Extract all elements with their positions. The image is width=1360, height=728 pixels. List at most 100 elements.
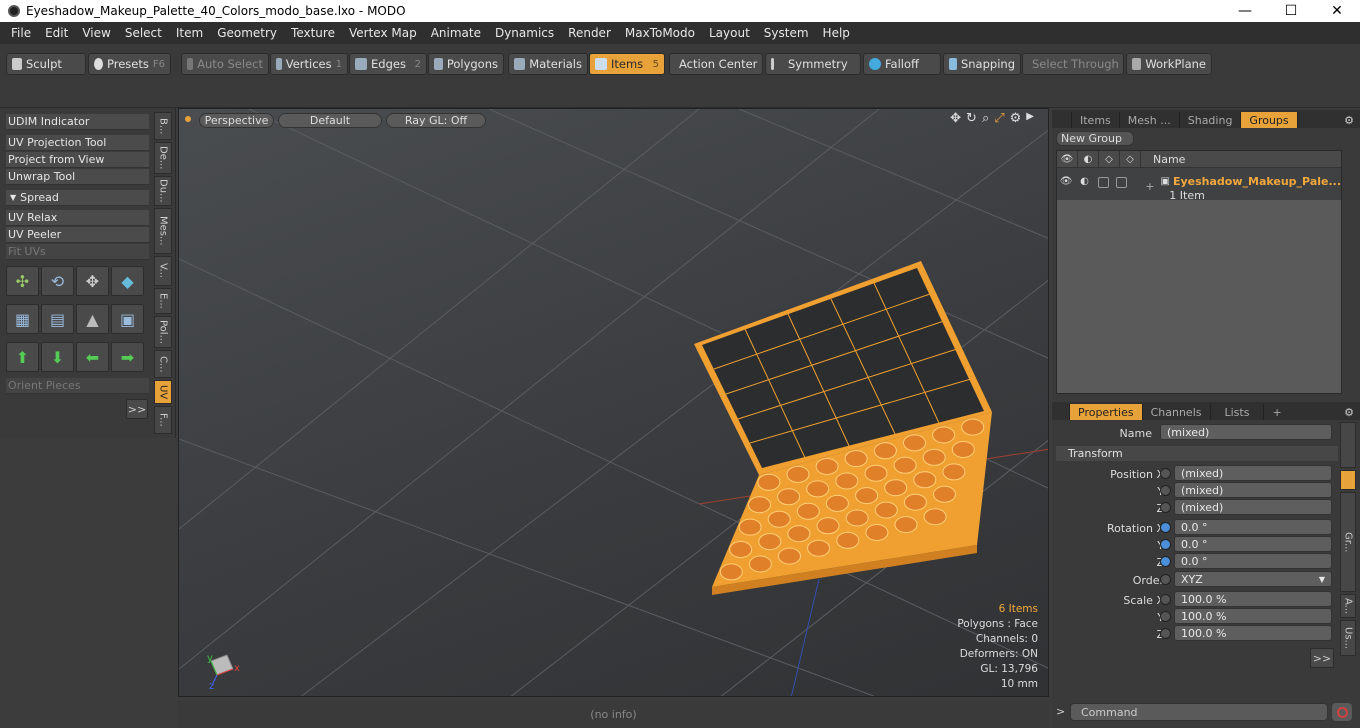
rotation-x-anim-icon[interactable] [1160,522,1171,533]
uv-pyramid-icon[interactable]: ▲ [76,304,109,334]
uv-peeler-button[interactable]: UV Peeler [6,227,149,243]
pan-icon[interactable]: ✥ [950,111,961,126]
position-x-anim-icon[interactable] [1160,468,1171,479]
tab-mesh[interactable]: Mes... [154,208,172,254]
materials-button[interactable]: Materials [508,53,588,75]
group-lock-checkbox[interactable] [1094,168,1113,188]
shading-dropdown[interactable]: Default [278,113,382,128]
group-visibility-icon[interactable]: 👁 [1057,168,1075,187]
rotation-y-anim-icon[interactable] [1160,539,1171,550]
align-right-icon[interactable]: ➡ [111,342,144,372]
menu-render[interactable]: Render [561,26,618,40]
more-properties-button[interactable]: >> [1310,648,1334,668]
tab-channels[interactable]: Channels [1143,404,1211,420]
3d-viewport[interactable]: x y z Perspective Default Ray GL: Off ✥ … [178,108,1049,697]
action-center-button[interactable]: Action Center [669,53,763,75]
scale-y-field[interactable]: 100.0 % [1174,608,1332,624]
uv-cube-icon[interactable]: ▦ [6,304,39,334]
tab-a[interactable]: A... [1340,594,1356,618]
position-y-field[interactable]: (mixed) [1174,482,1332,498]
uv-transform-icon[interactable]: ✣ [6,266,39,296]
align-up-icon[interactable]: ⬆ [6,342,39,372]
menu-geometry[interactable]: Geometry [210,26,284,40]
uv-relax-button[interactable]: UV Relax [6,210,149,226]
symmetry-button[interactable]: Symmetry [765,53,861,75]
scale-z-field[interactable]: 100.0 % [1174,625,1332,641]
scale-x-anim-icon[interactable] [1160,594,1171,605]
zoom-icon[interactable]: ⌕ [982,111,989,126]
position-x-field[interactable]: (mixed) [1174,465,1332,481]
properties-side-tab-1[interactable] [1340,422,1356,468]
rotation-z-field[interactable]: 0.0 ° [1174,553,1332,569]
scale-y-anim-icon[interactable] [1160,611,1171,622]
sculpt-button[interactable]: Sculpt [6,53,86,75]
tab-basic[interactable]: B... [154,112,172,140]
perspective-dropdown[interactable]: Perspective [199,113,274,128]
order-dropdown[interactable]: XYZ ▼ [1174,571,1332,587]
position-z-anim-icon[interactable] [1160,502,1171,513]
expand-arrow-icon[interactable]: ▶ [1026,111,1034,126]
align-down-icon[interactable]: ⬇ [41,342,74,372]
command-input[interactable]: Command [1070,703,1328,721]
menu-view[interactable]: View [75,26,117,40]
close-button[interactable]: ✕ [1314,0,1360,22]
tab-properties[interactable]: Properties [1070,404,1143,420]
menu-maxtomodo[interactable]: MaxToModo [618,26,702,40]
minimize-button[interactable]: — [1222,0,1268,22]
maximize-button[interactable]: ☐ [1268,0,1314,22]
vertices-button[interactable]: Vertices 1 [270,53,348,75]
uv-box-icon[interactable]: ◆ [111,266,144,296]
unwrap-tool-button[interactable]: Unwrap Tool [6,169,149,185]
uv-move-icon[interactable]: ✥ [76,266,109,296]
menu-help[interactable]: Help [816,26,857,40]
rotation-y-field[interactable]: 0.0 ° [1174,536,1332,552]
rotate-view-icon[interactable]: ↻ [966,111,977,126]
tab-groups[interactable]: Groups [1241,112,1298,128]
tab-polygon[interactable]: Pol... [154,316,172,348]
menu-dynamics[interactable]: Dynamics [488,26,561,40]
menu-animate[interactable]: Animate [424,26,488,40]
record-macro-button[interactable] [1332,703,1352,721]
tab-mesh[interactable]: Mesh ... [1120,112,1180,128]
uv-projection-tool-button[interactable]: UV Projection Tool [6,135,149,151]
uv-grid-icon[interactable]: ▤ [41,304,74,334]
menu-edit[interactable]: Edit [38,26,75,40]
expand-plus-icon[interactable]: + [1145,180,1154,193]
panel-settings-icon[interactable]: ⚙ [1338,112,1360,128]
fit-uvs-button[interactable]: Fit UVs [6,244,149,260]
menu-vertex-map[interactable]: Vertex Map [342,26,424,40]
raygl-dropdown[interactable]: Ray GL: Off [386,113,486,128]
menu-layout[interactable]: Layout [702,26,757,40]
properties-settings-icon[interactable]: ⚙ [1338,404,1360,420]
presets-button[interactable]: Presets F6 [88,53,171,75]
transform-section[interactable]: Transform [1056,446,1338,461]
auto-select-button[interactable]: Auto Select [181,53,269,75]
properties-side-tab-active[interactable] [1340,470,1356,490]
scale-z-anim-icon[interactable] [1160,628,1171,639]
align-left-icon[interactable]: ⬅ [76,342,109,372]
project-from-view-button[interactable]: Project from View [6,152,149,168]
menu-select[interactable]: Select [118,26,169,40]
edges-button[interactable]: Edges 2 [349,53,427,75]
tab-lists[interactable]: Lists [1211,404,1265,420]
rotation-x-field[interactable]: 0.0 ° [1174,519,1332,535]
new-group-button[interactable]: New Group [1056,131,1134,146]
menu-item[interactable]: Item [169,26,210,40]
group-render-icon[interactable]: ◐ [1075,168,1093,187]
tab-uv[interactable]: UV [154,380,172,404]
name-field[interactable]: (mixed) [1160,424,1332,440]
group-select-checkbox[interactable] [1112,168,1131,188]
viewport-settings-icon[interactable]: ⚙ [1010,111,1022,126]
snapping-button[interactable]: Snapping [943,53,1021,75]
tab-fusion[interactable]: F... [154,406,172,434]
items-button[interactable]: Items 5 [589,53,665,75]
menu-file[interactable]: File [4,26,38,40]
tab-us[interactable]: Us... [1340,620,1356,656]
tab-curve[interactable]: C... [154,350,172,378]
uv-pack-icon[interactable]: ▣ [111,304,144,334]
scale-x-field[interactable]: 100.0 % [1174,591,1332,607]
udim-indicator-button[interactable]: UDIM Indicator [6,114,149,130]
group-row[interactable]: 👁 ◐ + ▣ Eyeshadow_Makeup_Pale... 1 Item [1057,168,1341,202]
tab-vertex[interactable]: V... [154,256,172,286]
fit-view-icon[interactable]: ⤢ [994,111,1004,126]
